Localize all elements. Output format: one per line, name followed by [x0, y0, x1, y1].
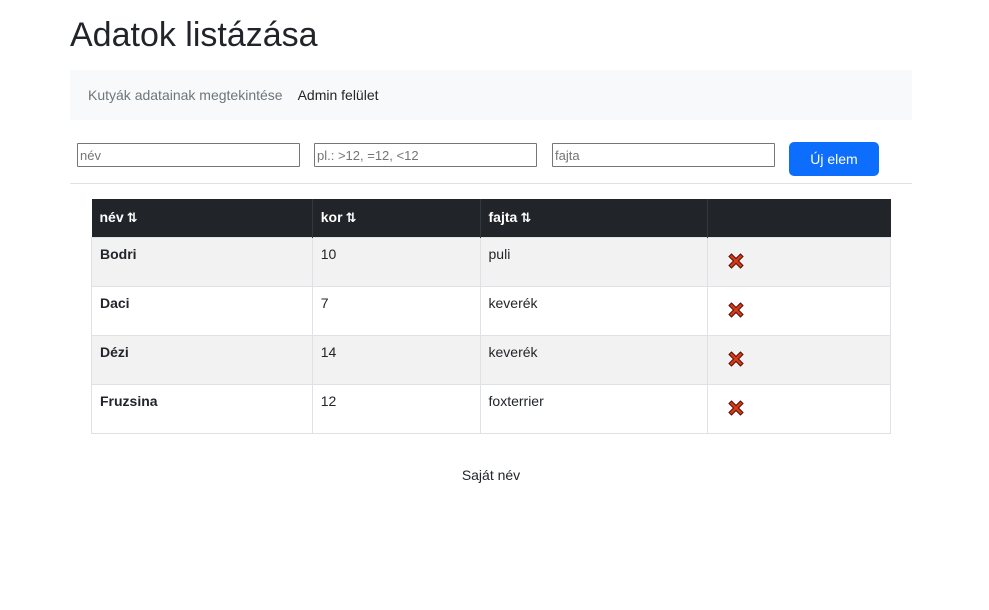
name-filter-input[interactable] — [77, 143, 300, 167]
delete-x-icon[interactable] — [726, 251, 746, 271]
table-row: Bodri 10 puli — [91, 236, 891, 287]
delete-x-icon[interactable] — [726, 398, 746, 418]
new-item-button[interactable]: Új elem — [789, 142, 879, 176]
cell-breed: foxterrier — [479, 383, 709, 434]
delete-x-icon[interactable] — [726, 300, 746, 320]
table-header-row: név ⇅ kor ⇅ fajta ⇅ — [91, 199, 891, 237]
filter-row: Új elem — [77, 142, 912, 176]
nav-link-dogs[interactable]: Kutyák adatainak megtekintése — [88, 87, 283, 103]
sort-arrows-icon: ⇅ — [126, 210, 138, 226]
cell-age: 7 — [311, 285, 481, 336]
page-title: Adatok listázása — [70, 16, 318, 54]
page: Adatok listázása Kutyák adatainak megtek… — [0, 0, 989, 610]
sort-arrows-icon: ⇅ — [345, 210, 357, 226]
column-header-actions — [707, 199, 891, 237]
cell-breed: keverék — [479, 285, 709, 336]
column-header-label: név — [99, 209, 124, 226]
cell-age: 12 — [311, 383, 481, 434]
age-filter-input[interactable] — [314, 143, 537, 167]
cell-actions — [707, 383, 891, 434]
cell-actions — [707, 334, 891, 385]
cell-age: 10 — [311, 236, 481, 287]
cell-breed: keverék — [479, 334, 709, 385]
delete-x-icon[interactable] — [726, 349, 746, 369]
cell-age: 14 — [311, 334, 481, 385]
cell-actions — [707, 236, 891, 287]
table-row: Dézi 14 keverék — [91, 334, 891, 385]
column-header-label: fajta — [488, 209, 518, 226]
cell-name: Dézi — [91, 334, 313, 385]
footer-text: Saját név — [461, 467, 521, 483]
column-header-label: kor — [320, 209, 343, 226]
cell-name: Fruzsina — [91, 383, 313, 434]
nav-link-admin[interactable]: Admin felület — [298, 87, 379, 103]
column-header-age[interactable]: kor ⇅ — [312, 199, 481, 237]
data-table: név⇅ kor⇅ fajta⇅ Bodri 10 puli Daci 7 — [91, 199, 891, 434]
navbar: Kutyák adatainak megtekintése Admin felü… — [70, 70, 912, 120]
cell-actions — [707, 285, 891, 336]
cell-name: Daci — [91, 285, 313, 336]
sort-arrows-icon: ⇅ — [520, 210, 532, 226]
breed-filter-input[interactable] — [552, 143, 775, 167]
divider — [70, 183, 912, 184]
table-row: Fruzsina 12 foxterrier — [91, 383, 891, 434]
table-row: Daci 7 keverék — [91, 285, 891, 336]
cell-breed: puli — [479, 236, 709, 287]
column-header-name[interactable]: név ⇅ — [91, 199, 313, 237]
column-header-breed[interactable]: fajta ⇅ — [480, 199, 709, 237]
cell-name: Bodri — [91, 236, 313, 287]
